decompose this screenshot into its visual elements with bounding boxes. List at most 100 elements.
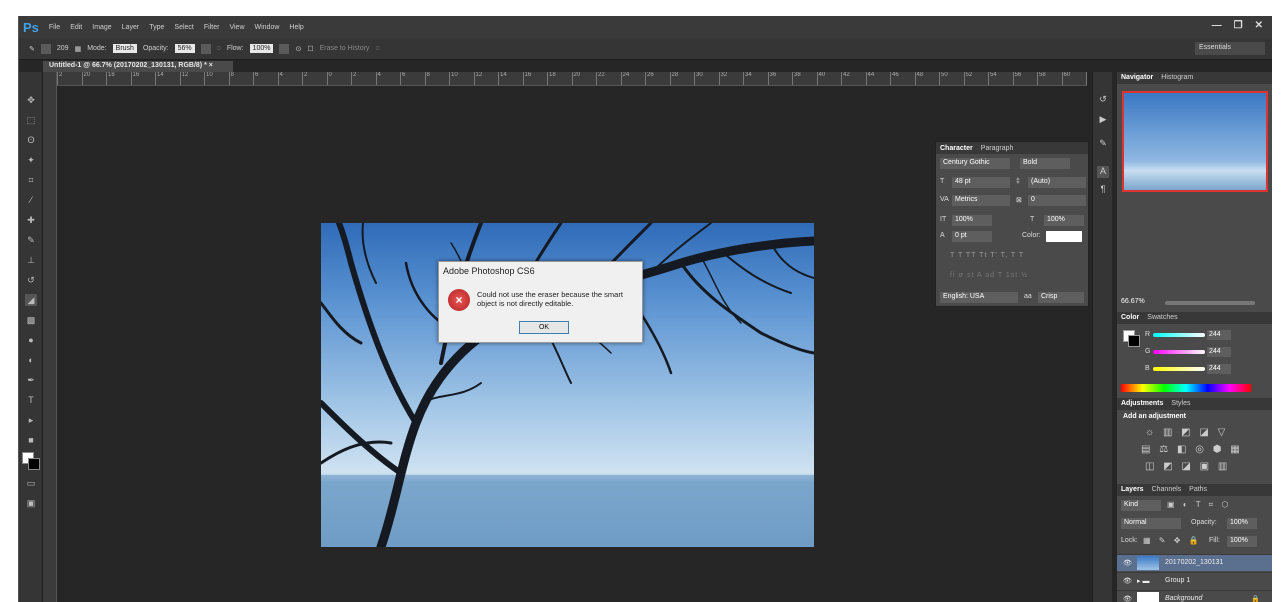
menu-help[interactable]: Help	[289, 24, 303, 31]
layer-row[interactable]: 👁 20170202_130131	[1117, 554, 1272, 571]
b-value[interactable]: 244	[1207, 364, 1231, 374]
tab-adjustments[interactable]: Adjustments	[1121, 400, 1163, 408]
brush-size[interactable]: 209	[57, 45, 69, 52]
lasso-tool-icon[interactable]: ʘ	[25, 134, 37, 146]
menu-window[interactable]: Window	[255, 24, 280, 31]
character-panel-icon[interactable]: A	[1097, 166, 1109, 178]
quick-mask-icon[interactable]: ▭	[25, 477, 37, 489]
tab-color[interactable]: Color	[1121, 314, 1139, 322]
kerning-select[interactable]: Metrics	[952, 195, 1010, 206]
quick-select-tool-icon[interactable]: ✦	[25, 154, 37, 166]
r-slider[interactable]	[1153, 333, 1205, 337]
tab-channels[interactable]: Channels	[1152, 486, 1182, 494]
ps-logo[interactable]: Ps	[23, 20, 39, 35]
opentype-buttons[interactable]: fi ơ st A ad T 1st ½	[950, 272, 1028, 279]
shape-tool-icon[interactable]: ■	[25, 434, 37, 446]
erase-history-checkbox[interactable]: ☐	[307, 45, 313, 53]
visibility-eye-icon[interactable]: 👁	[1123, 595, 1132, 602]
layer-row[interactable]: 👁 Background 🔒	[1117, 590, 1272, 602]
layer-filter-icons[interactable]: ▣ ◐ T ⌗ ⬡	[1167, 500, 1231, 510]
pressure-opacity-icon[interactable]: ◌	[217, 45, 221, 52]
airbrush-icon[interactable]: ⊙	[295, 45, 301, 53]
language-select[interactable]: English: USA	[940, 292, 1018, 303]
blend-mode-select[interactable]: Normal	[1121, 518, 1181, 529]
flow-dropdown[interactable]	[279, 43, 290, 54]
layer-name[interactable]: 20170202_130131	[1165, 559, 1223, 566]
document-tab-close-icon[interactable]: ×	[209, 62, 213, 69]
dodge-tool-icon[interactable]: ◐	[25, 354, 37, 366]
g-value[interactable]: 244	[1207, 347, 1231, 357]
baseline-input[interactable]: 0 pt	[952, 231, 992, 242]
layer-opacity-input[interactable]: 100%	[1227, 518, 1257, 529]
screen-mode-icon[interactable]: ▣	[25, 497, 37, 509]
brush-panel-icon[interactable]: ▦	[75, 45, 82, 53]
eraser-tool-icon[interactable]: ✎	[29, 45, 35, 53]
path-select-tool-icon[interactable]: ▸	[25, 414, 37, 426]
visibility-eye-icon[interactable]: 👁	[1123, 559, 1132, 567]
font-style-select[interactable]: Bold	[1020, 158, 1070, 169]
vertical-scale-input[interactable]: 100%	[952, 215, 992, 226]
actions-icon[interactable]: ▶	[1097, 114, 1109, 126]
tab-navigator[interactable]: Navigator	[1121, 74, 1153, 82]
layer-name[interactable]: Group 1	[1165, 577, 1190, 584]
stamp-tool-icon[interactable]: ⊥	[25, 254, 37, 266]
navigator-zoom[interactable]: 66.67%	[1121, 298, 1145, 305]
tab-character[interactable]: Character	[940, 145, 973, 152]
color-bg-swatch[interactable]	[1128, 335, 1140, 347]
mode-select[interactable]: Brush	[112, 44, 137, 53]
menu-edit[interactable]: Edit	[70, 24, 82, 31]
adjustment-icons-row-3[interactable]: ◫ ◩ ◪ ▣ ▥	[1145, 461, 1230, 472]
lock-icons[interactable]: ▦ ✎ ✥ 🔒	[1143, 536, 1202, 545]
document-tab[interactable]: Untitled-1 @ 66.7% (20170202_130131, RGB…	[43, 61, 233, 72]
history-icon[interactable]: ↺	[1097, 94, 1109, 106]
pressure-size-icon[interactable]: ◌	[375, 45, 379, 52]
opacity-input[interactable]: 56%	[174, 44, 195, 53]
menu-type[interactable]: Type	[149, 24, 164, 31]
gradient-tool-icon[interactable]: ▩	[25, 314, 37, 326]
tab-histogram[interactable]: Histogram	[1161, 74, 1193, 82]
brush-presets-icon[interactable]: ✎	[1097, 138, 1109, 150]
navigator-thumbnail[interactable]	[1122, 91, 1268, 192]
move-tool-icon[interactable]: ✥	[25, 94, 37, 106]
b-slider[interactable]	[1153, 367, 1205, 371]
menu-view[interactable]: View	[229, 24, 244, 31]
font-family-select[interactable]: Century Gothic	[940, 158, 1010, 169]
layer-name[interactable]: Background	[1165, 595, 1202, 602]
leading-select[interactable]: (Auto)	[1028, 177, 1086, 188]
horizontal-scale-input[interactable]: 100%	[1044, 215, 1084, 226]
tab-layers[interactable]: Layers	[1121, 486, 1144, 494]
tab-paths[interactable]: Paths	[1189, 486, 1207, 494]
layer-filter-select[interactable]: Kind	[1121, 500, 1161, 511]
background-color-swatch[interactable]	[28, 458, 40, 470]
menu-image[interactable]: Image	[92, 24, 111, 31]
ok-button[interactable]: OK	[519, 321, 569, 334]
eraser-tool-icon[interactable]: ◢	[25, 294, 37, 306]
g-slider[interactable]	[1153, 350, 1205, 354]
r-value[interactable]: 244	[1207, 330, 1231, 340]
adjustment-icons-row-1[interactable]: ☼ ▥ ◩ ◪ ▽	[1145, 427, 1228, 438]
tab-swatches[interactable]: Swatches	[1147, 314, 1177, 322]
antialias-select[interactable]: Crisp	[1038, 292, 1084, 303]
color-spectrum[interactable]	[1121, 384, 1251, 392]
tab-styles[interactable]: Styles	[1171, 400, 1190, 408]
font-size-select[interactable]: 48 pt	[952, 177, 1010, 188]
vertical-ruler[interactable]	[43, 72, 57, 602]
crop-tool-icon[interactable]: ⌗	[25, 174, 37, 186]
blur-tool-icon[interactable]: ●	[25, 334, 37, 346]
maximize-button[interactable]: ❐	[1234, 20, 1243, 31]
adjustment-icons-row-2[interactable]: ▤ ⚖ ◧ ◎ ⬢ ▦	[1141, 444, 1243, 455]
tracking-select[interactable]: 0	[1028, 195, 1086, 206]
text-color-swatch[interactable]	[1046, 231, 1082, 242]
menu-select[interactable]: Select	[174, 24, 193, 31]
tool-preset-dropdown[interactable]	[40, 43, 51, 54]
type-style-buttons[interactable]: T T TT Tt T' T, T T	[950, 252, 1024, 259]
menu-layer[interactable]: Layer	[122, 24, 140, 31]
fill-input[interactable]: 100%	[1227, 536, 1257, 547]
layer-row[interactable]: 👁 ▸ ▬ Group 1	[1117, 572, 1272, 589]
paragraph-panel-icon[interactable]: ¶	[1097, 184, 1109, 196]
close-button[interactable]: ✕	[1255, 20, 1263, 31]
pen-tool-icon[interactable]: ✒	[25, 374, 37, 386]
marquee-tool-icon[interactable]: ⬚	[25, 114, 37, 126]
brush-tool-icon[interactable]: ✎	[25, 234, 37, 246]
type-tool-icon[interactable]: T	[25, 394, 37, 406]
